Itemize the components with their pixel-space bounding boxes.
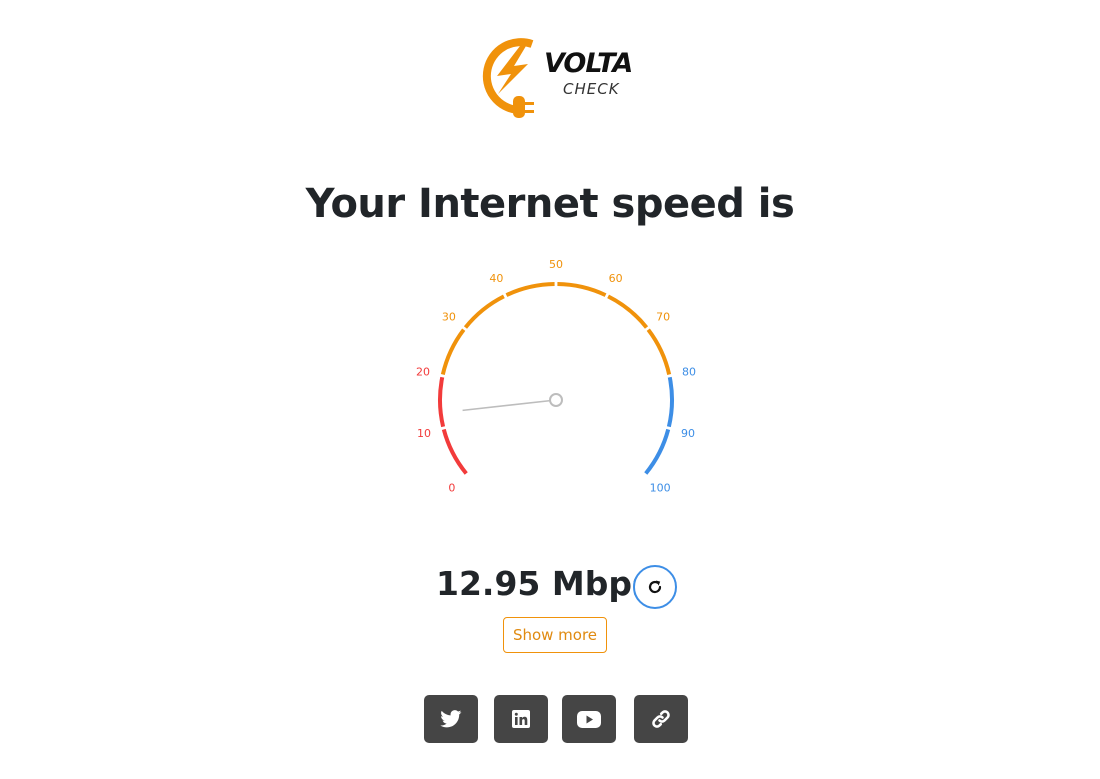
gauge-tick-label: 60 bbox=[609, 272, 623, 285]
linkedin-button[interactable] bbox=[494, 695, 548, 743]
twitter-icon bbox=[440, 710, 462, 728]
speed-gauge: 0 10 20 30 40 50 60 70 80 90 100 bbox=[396, 250, 716, 520]
refresh-icon bbox=[648, 580, 662, 594]
lightning-plug-icon bbox=[482, 38, 534, 118]
speed-value: 12.95 bbox=[436, 564, 541, 603]
gauge-arc-segment bbox=[505, 282, 555, 297]
gauge-tick-label: 90 bbox=[681, 427, 695, 440]
link-icon bbox=[652, 710, 670, 728]
page-title: Your Internet speed is bbox=[305, 181, 795, 227]
gauge-arc-segment bbox=[607, 294, 649, 329]
gauge-arc-segment bbox=[666, 376, 674, 428]
gauge-arc-segment bbox=[646, 328, 672, 375]
refresh-button[interactable] bbox=[633, 565, 677, 609]
gauge-arc-segment bbox=[557, 282, 607, 297]
gauge-tick-label: 10 bbox=[417, 427, 431, 440]
twitter-button[interactable] bbox=[424, 695, 478, 743]
gauge-tick-label: 50 bbox=[549, 258, 563, 271]
gauge-arc-segment bbox=[441, 428, 468, 475]
page: VOLTA CHECK Your Internet speed is 0 10 20… bbox=[0, 0, 1100, 779]
gauge-tick-label: 70 bbox=[656, 310, 670, 323]
linkedin-icon bbox=[512, 710, 530, 728]
gauge-tick-label: 80 bbox=[682, 366, 696, 379]
gauge-arc-segment bbox=[463, 294, 505, 329]
brand-name: VOLTA bbox=[544, 48, 633, 79]
brand-subtitle: CHECK bbox=[563, 80, 620, 98]
brand-logo[interactable]: VOLTA CHECK bbox=[470, 32, 650, 124]
gauge-tick-label: 40 bbox=[489, 272, 503, 285]
gauge-tick-label: 30 bbox=[442, 310, 456, 323]
show-more-button[interactable]: Show more bbox=[503, 617, 607, 653]
gauge-svg: 0 10 20 30 40 50 60 70 80 90 100 bbox=[416, 258, 696, 494]
gauge-tick-label: 20 bbox=[416, 366, 430, 379]
gauge-arc-segment bbox=[438, 376, 446, 428]
gauge-arc-segment bbox=[644, 428, 671, 475]
speed-readout: 12.95 Mbps bbox=[436, 562, 652, 606]
youtube-icon bbox=[577, 710, 601, 728]
gauge-needle bbox=[462, 399, 557, 412]
speed-result: 12.95 Mbps bbox=[0, 562, 1100, 610]
link-button[interactable] bbox=[634, 695, 688, 743]
gauge-needle-hub bbox=[549, 393, 563, 407]
gauge-arc-segment bbox=[440, 328, 466, 375]
gauge-tick-label: 100 bbox=[650, 481, 671, 494]
gauge-tick-label: 0 bbox=[448, 481, 455, 494]
youtube-button[interactable] bbox=[562, 695, 616, 743]
